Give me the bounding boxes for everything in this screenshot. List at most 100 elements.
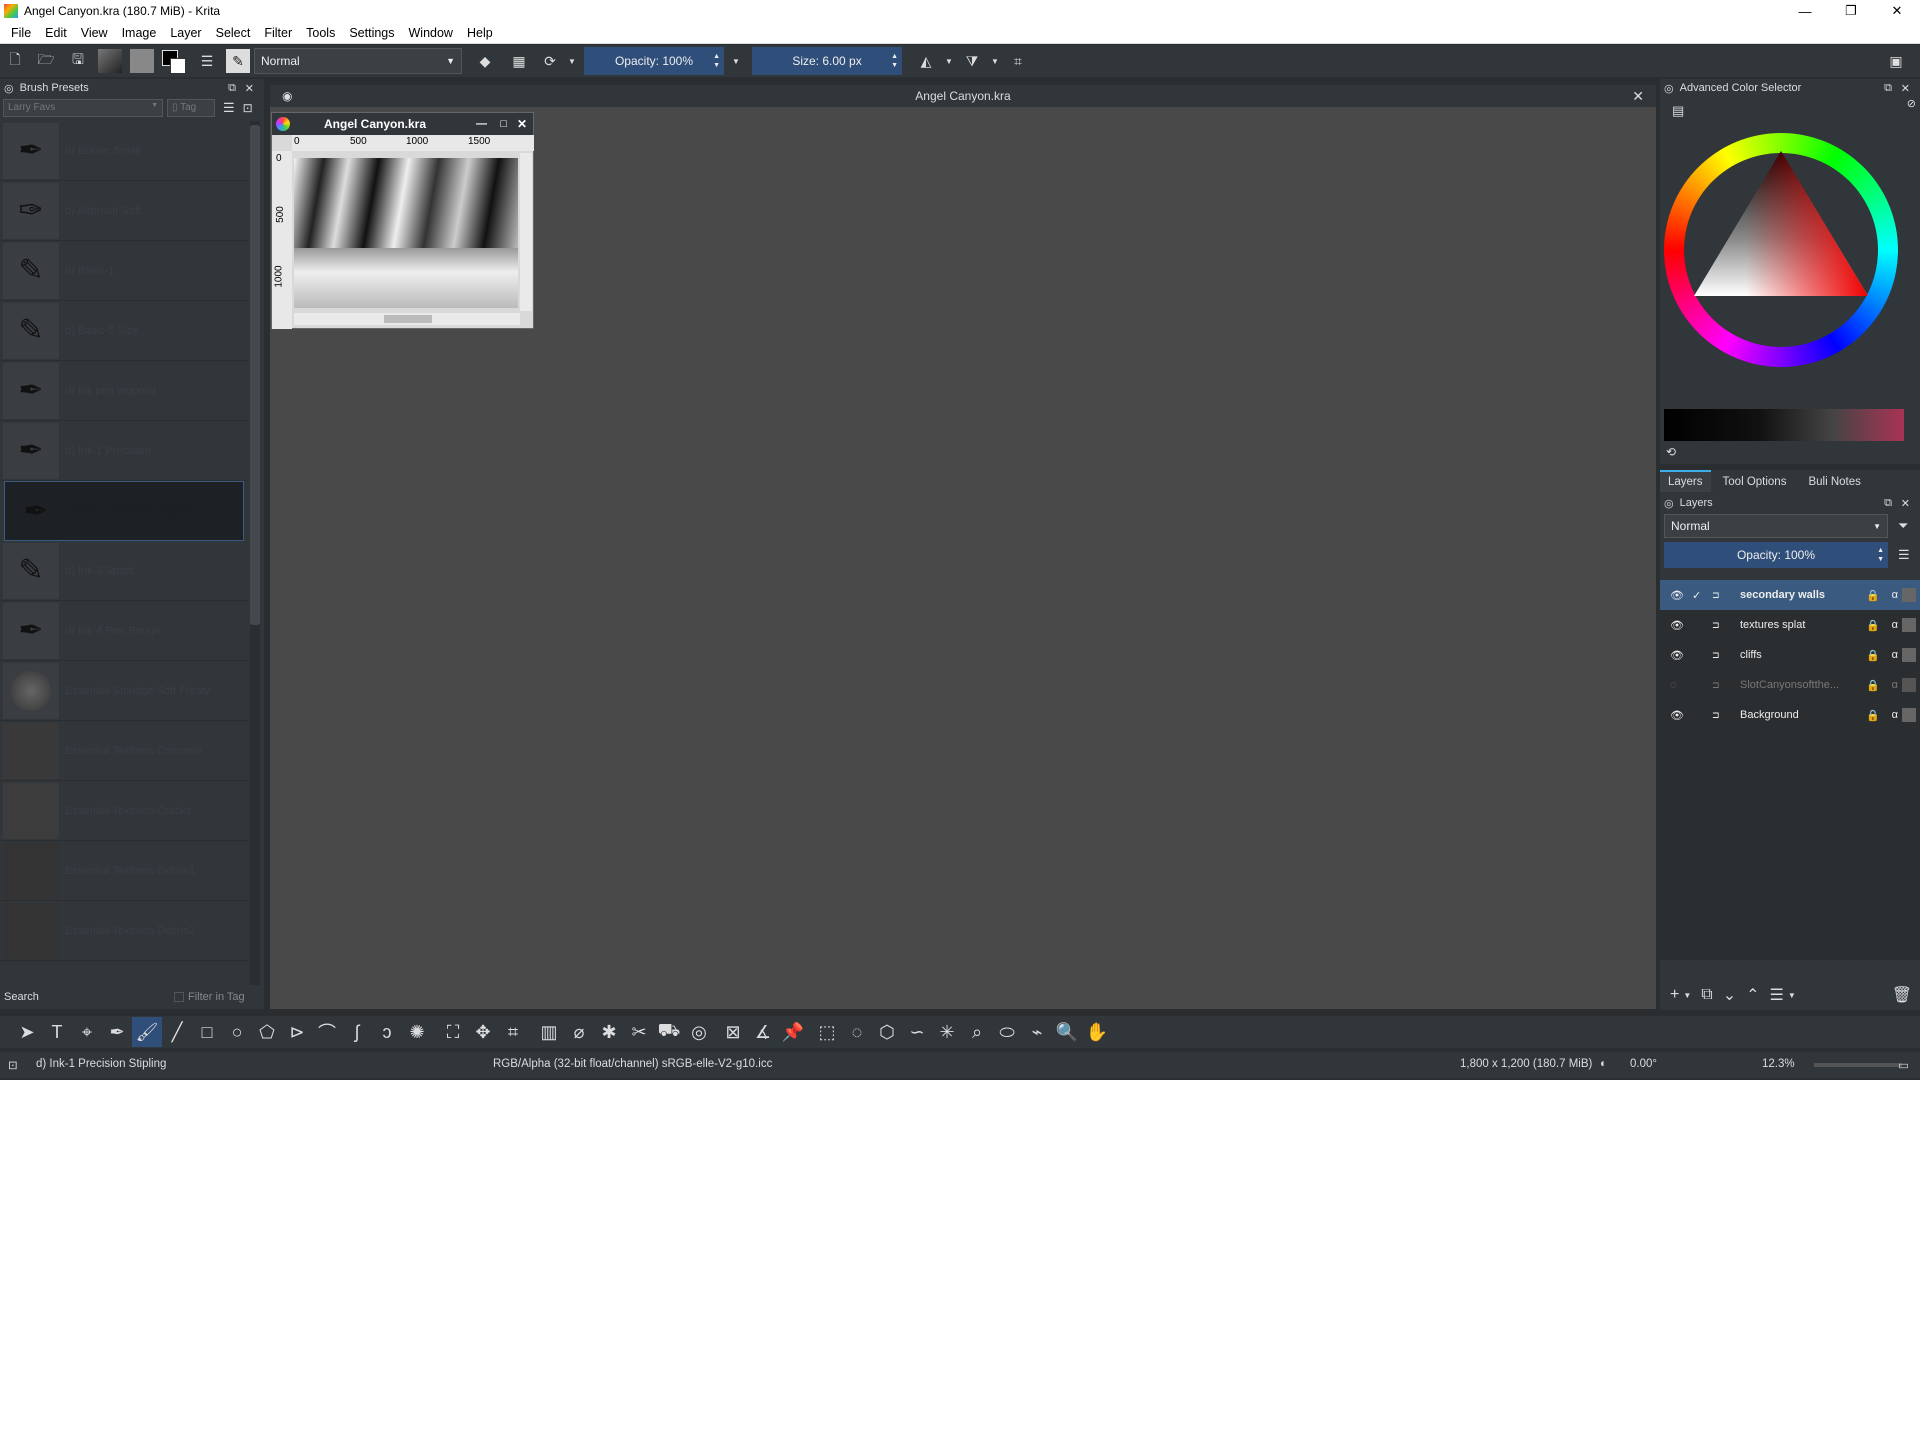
- eye-closed-icon[interactable]: ◌: [1670, 679, 1686, 691]
- layer-name[interactable]: secondary walls: [1740, 589, 1825, 601]
- maximize-button[interactable]: ❐: [1828, 0, 1874, 22]
- zoom-slider[interactable]: [1814, 1063, 1902, 1067]
- minimize-icon[interactable]: —: [476, 118, 487, 130]
- docker-lock-icon[interactable]: ◎: [1664, 82, 1674, 95]
- alpha-lock-icon[interactable]: α: [1892, 619, 1898, 631]
- spin-arrows-icon[interactable]: ▲ ▼: [1877, 546, 1884, 564]
- menu-settings[interactable]: Settings: [342, 22, 401, 44]
- alpha-lock-icon[interactable]: α: [1892, 649, 1898, 661]
- move-layer-down-icon[interactable]: ⌄: [1723, 985, 1736, 1005]
- menu-help[interactable]: Help: [460, 22, 500, 44]
- vertical-scrollbar[interactable]: [520, 153, 532, 311]
- brush-settings-icon[interactable]: ☰: [192, 48, 222, 74]
- filter-in-tag-checkbox[interactable]: [174, 992, 184, 1002]
- ellipse-tool-icon[interactable]: ○: [222, 1017, 252, 1047]
- lock-icon[interactable]: 🔒: [1866, 619, 1880, 632]
- polygonal-selection-tool-icon[interactable]: ⬡: [872, 1017, 902, 1047]
- lock-icon[interactable]: 🔒: [1866, 679, 1880, 692]
- layer-row-textures-splat[interactable]: 👁 ⊐ textures splat 🔒 α: [1660, 610, 1920, 640]
- select-shapes-tool-icon[interactable]: ➤: [12, 1017, 42, 1047]
- layer-row-cliffs[interactable]: 👁 ⊐ cliffs 🔒 α: [1660, 640, 1920, 670]
- elliptical-selection-tool-icon[interactable]: ◌: [842, 1017, 872, 1047]
- brush-preset-item[interactable]: ✒ d) Ink-1 Precision: [0, 421, 248, 481]
- scrollbar-thumb[interactable]: [250, 125, 260, 625]
- layer-options-icon[interactable]: ☰: [1898, 547, 1910, 563]
- subwindow-titlebar[interactable]: Angel Canyon.kra — □ ✕: [272, 113, 533, 135]
- pan-tool-icon[interactable]: ✋: [1082, 1017, 1112, 1047]
- menu-view[interactable]: View: [74, 22, 115, 44]
- fill-tool-icon[interactable]: ⛟: [654, 1017, 684, 1047]
- workspace-switcher-icon[interactable]: ▣: [1880, 48, 1912, 74]
- brush-preset-item[interactable]: ✒ d) Ink-4 Pen Rough: [0, 601, 248, 661]
- brush-preset-item[interactable]: ✎ b) Basic-1: [0, 241, 248, 301]
- brush-preset-icon[interactable]: ✎: [222, 48, 254, 74]
- polygon-tool-icon[interactable]: ⬠: [252, 1017, 282, 1047]
- alpha-lock-icon[interactable]: α: [1892, 709, 1898, 721]
- close-docker-icon[interactable]: ✕: [1901, 497, 1910, 510]
- reload-preset-icon[interactable]: ⟳: [536, 48, 564, 74]
- layer-name[interactable]: cliffs: [1740, 649, 1762, 661]
- filter-icon[interactable]: ⏷: [1898, 518, 1908, 534]
- layer-row-secondary-walls[interactable]: 👁 ✓ ⊐ secondary walls 🔒 α: [1660, 580, 1920, 610]
- menu-image[interactable]: Image: [115, 22, 164, 44]
- horizontal-scrollbar[interactable]: [294, 313, 520, 325]
- crop-tool-icon[interactable]: ⌗: [498, 1017, 528, 1047]
- close-docker-icon[interactable]: ✕: [1901, 82, 1910, 95]
- contiguous-selection-tool-icon[interactable]: ✳: [932, 1017, 962, 1047]
- reference-images-tool-icon[interactable]: 📌: [778, 1017, 808, 1047]
- preserve-alpha-icon[interactable]: ▦: [502, 48, 536, 74]
- bezier-selection-tool-icon[interactable]: ⬭: [992, 1017, 1022, 1047]
- menu-window[interactable]: Window: [402, 22, 460, 44]
- checkmark-icon[interactable]: ✓: [1692, 589, 1708, 602]
- tab-layers[interactable]: Layers: [1660, 470, 1711, 492]
- lock-icon[interactable]: 🔒: [1866, 649, 1880, 662]
- open-document-icon[interactable]: 🗁: [30, 48, 62, 74]
- brush-list-scrollbar[interactable]: [250, 121, 260, 985]
- wrap-around-icon[interactable]: ⌗: [1002, 48, 1034, 74]
- pattern-swatch-icon[interactable]: [126, 48, 158, 74]
- close-document-icon[interactable]: ✕: [1632, 88, 1644, 105]
- menu-select[interactable]: Select: [209, 22, 258, 44]
- close-button[interactable]: ✕: [1874, 0, 1920, 22]
- similar-color-selection-tool-icon[interactable]: ⌕: [962, 1017, 992, 1047]
- fg-bg-color-icon[interactable]: [158, 48, 192, 74]
- tag-filter-select[interactable]: Larry Favs ▼: [3, 99, 163, 117]
- edit-shapes-tool-icon[interactable]: ⌖: [72, 1017, 102, 1047]
- freehand-path-tool-icon[interactable]: ʃ: [342, 1017, 372, 1047]
- chevron-down-icon[interactable]: ▼: [1683, 991, 1691, 1000]
- calligraphy-tool-icon[interactable]: ✒: [102, 1017, 132, 1047]
- alpha-lock-icon[interactable]: α: [1892, 589, 1898, 601]
- multibrush-tool-icon[interactable]: ✺: [402, 1017, 432, 1047]
- menu-edit[interactable]: Edit: [38, 22, 74, 44]
- eraser-mode-icon[interactable]: ◆: [468, 48, 502, 74]
- menu-tools[interactable]: Tools: [299, 22, 342, 44]
- brush-preset-item[interactable]: Essential Textures Debris2: [0, 901, 248, 961]
- close-docker-icon[interactable]: ✕: [245, 82, 254, 95]
- brush-preset-item[interactable]: Essential Smudge Soft Fresty: [0, 661, 248, 721]
- gradient-swatch-icon[interactable]: [94, 48, 126, 74]
- hue-ring[interactable]: [1664, 133, 1898, 367]
- mirror-vertical-icon[interactable]: ⧩: [956, 48, 988, 74]
- canvas-image[interactable]: [294, 158, 518, 308]
- menu-layer[interactable]: Layer: [163, 22, 208, 44]
- alpha-lock-icon[interactable]: α: [1892, 679, 1898, 691]
- close-icon[interactable]: ✕: [517, 117, 527, 131]
- document-subwindow[interactable]: Angel Canyon.kra — □ ✕ 0 500 1000 1500 0…: [271, 112, 534, 329]
- eye-icon[interactable]: 👁: [1670, 589, 1686, 602]
- magnetic-selection-tool-icon[interactable]: ⌁: [1022, 1017, 1052, 1047]
- menu-filter[interactable]: Filter: [257, 22, 299, 44]
- tab-buli-notes[interactable]: Buli Notes: [1798, 472, 1870, 492]
- chevron-down-icon[interactable]: ▼: [564, 48, 580, 74]
- chevron-down-icon[interactable]: ▼: [724, 48, 748, 74]
- size-slider[interactable]: Size: 6.00 px ▲ ▼: [752, 47, 902, 75]
- rectangle-tool-icon[interactable]: □: [192, 1017, 222, 1047]
- brush-preview-icon[interactable]: ⊡: [8, 1058, 18, 1072]
- layer-row-background[interactable]: 👁 ⊐ Background 🔒 α: [1660, 700, 1920, 730]
- layer-opacity-slider[interactable]: Opacity: 100% ▲ ▼: [1664, 542, 1888, 568]
- layer-name[interactable]: Background: [1740, 709, 1799, 721]
- zoom-tool-icon[interactable]: 🔍: [1052, 1017, 1082, 1047]
- colorize-mask-tool-icon[interactable]: ✱: [594, 1017, 624, 1047]
- line-tool-icon[interactable]: ╱: [162, 1017, 192, 1047]
- scrollbar-thumb[interactable]: [384, 315, 432, 323]
- rotation-dial-icon[interactable]: ◐: [1600, 1058, 1607, 1070]
